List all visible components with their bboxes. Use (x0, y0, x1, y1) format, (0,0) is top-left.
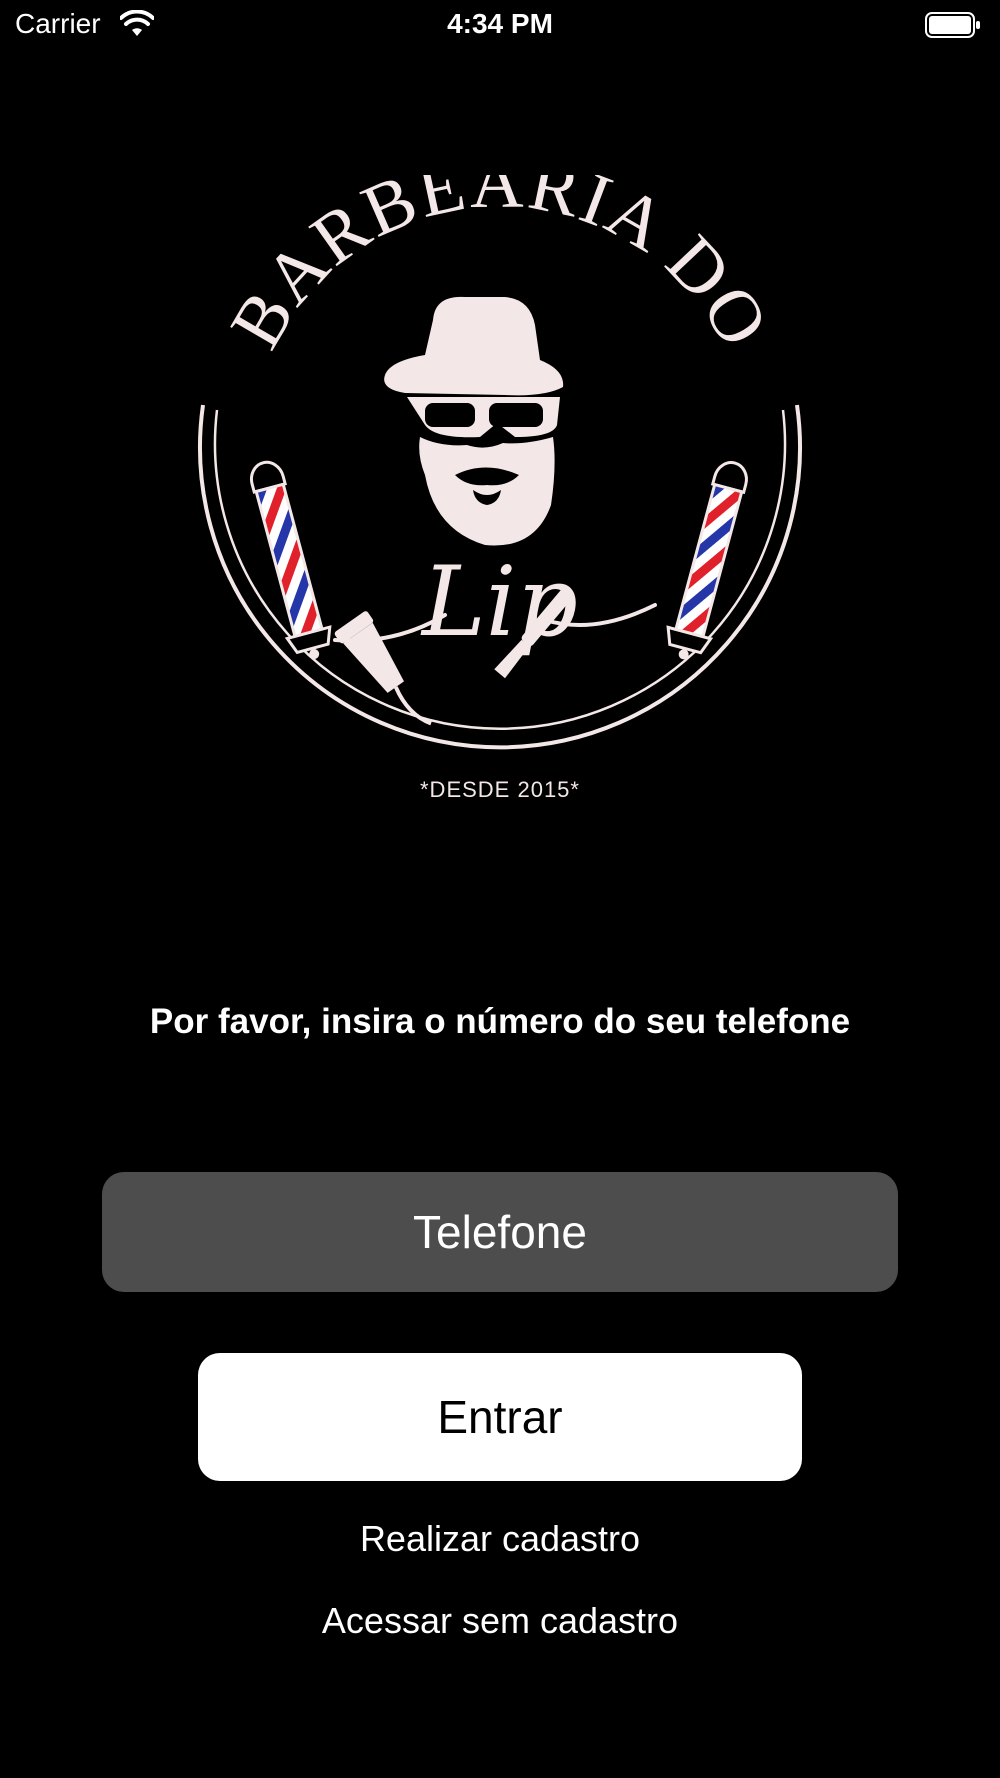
battery-icon (925, 12, 980, 38)
barber-pole-left-icon (250, 460, 332, 660)
phone-input[interactable] (102, 1172, 898, 1292)
register-link[interactable]: Realizar cadastro (0, 1518, 1000, 1560)
barber-pole-right-icon (666, 461, 748, 660)
clock: 4:34 PM (447, 8, 553, 39)
status-bar: Carrier 4:34 PM (0, 0, 1000, 50)
logo-signature: Lip (420, 546, 578, 658)
guest-access-link[interactable]: Acessar sem cadastro (0, 1600, 1000, 1642)
logo-since: *DESDE 2015* (420, 777, 580, 802)
enter-button[interactable]: Entrar (198, 1353, 802, 1481)
phone-prompt: Por favor, insira o número do seu telefo… (149, 1002, 851, 1041)
bearded-man-icon (384, 296, 564, 546)
barbershop-logo: BARBEARIA DO Lip *DESDE 2015* (198, 175, 802, 802)
